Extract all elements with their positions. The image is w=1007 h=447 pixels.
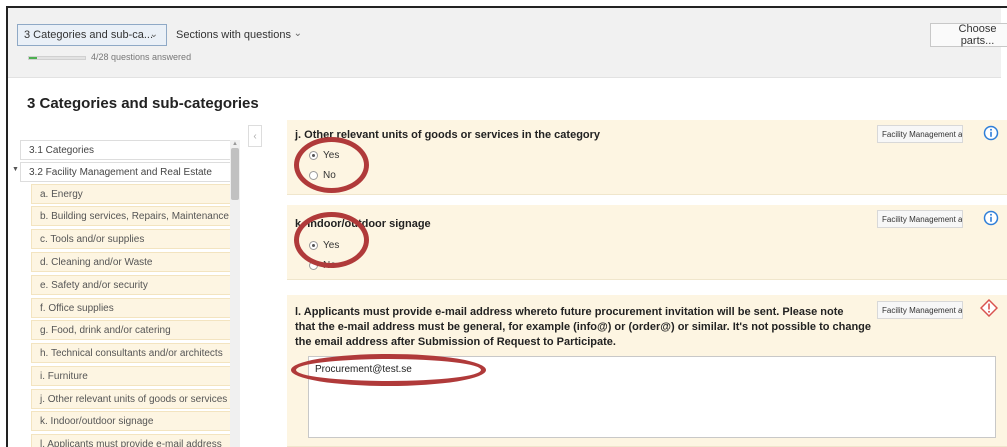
section-badge: Facility Management a... <box>877 210 963 228</box>
radio-no[interactable]: No <box>309 170 336 181</box>
category-select-label: 3 Categories and sub-ca... <box>24 29 154 41</box>
chevron-down-icon: ⌄ <box>149 29 158 40</box>
radio-yes[interactable]: Yes <box>309 240 339 251</box>
tree-subitem[interactable]: k. Indoor/outdoor signage <box>31 411 233 431</box>
chevron-left-icon: ‹ <box>253 130 257 142</box>
view-select-label: Sections with questions <box>176 29 291 41</box>
tree-subitem[interactable]: g. Food, drink and/or catering <box>31 320 233 340</box>
question-title: k. Indoor/outdoor signage <box>295 218 431 230</box>
email-answer-field[interactable]: Procurement@test.se <box>308 356 996 438</box>
tree-subitem[interactable]: c. Tools and/or supplies <box>31 229 233 249</box>
tree-subitem[interactable]: h. Technical consultants and/or architec… <box>31 343 233 363</box>
radio-button[interactable] <box>309 261 318 270</box>
collapse-panel-button[interactable]: ‹ <box>248 125 262 147</box>
radio-no[interactable]: No <box>309 260 336 271</box>
tree-subitem[interactable]: l. Applicants must provide e-mail addres… <box>31 434 233 447</box>
tree-subitem[interactable]: e. Safety and/or security <box>31 275 233 295</box>
question-title-line: that the e-mail address must be general,… <box>295 321 872 333</box>
tree-subitem[interactable]: d. Cleaning and/or Waste <box>31 252 233 272</box>
scroll-up-icon[interactable]: ▲ <box>232 141 238 147</box>
progress-text: 4/28 questions answered <box>91 52 192 62</box>
category-select[interactable]: 3 Categories and sub-ca... ⌄ <box>17 24 167 46</box>
radio-button[interactable] <box>309 171 318 180</box>
view-select[interactable]: Sections with questions ⌄ <box>170 24 310 46</box>
radio-label: No <box>323 260 336 271</box>
choose-parts-button[interactable]: Choose parts... <box>930 23 1007 47</box>
tree-subitem[interactable]: b. Building services, Repairs, Maintenan… <box>31 206 233 226</box>
tree-subitem[interactable]: f. Office supplies <box>31 298 233 318</box>
radio-yes[interactable]: Yes <box>309 150 339 161</box>
info-circle-icon[interactable] <box>983 125 999 141</box>
tree-subitem[interactable]: i. Furniture <box>31 366 233 386</box>
section-badge: Facility Management a... <box>877 301 963 319</box>
tree-subitem[interactable]: a. Energy <box>31 184 233 204</box>
question-title-line: the email address after Submission of Re… <box>295 336 616 348</box>
radio-button[interactable] <box>309 151 318 160</box>
tree-item-facility-management[interactable]: 3.2 Facility Management and Real Estate <box>20 162 232 182</box>
radio-label: Yes <box>323 240 340 251</box>
expand-toggle-icon[interactable]: ▼ <box>12 166 19 173</box>
category-tree: 3.1 Categories ▼ 3.2 Facility Management… <box>0 128 240 447</box>
warning-diamond-icon[interactable] <box>980 299 998 317</box>
question-title: j. Other relevant units of goods or serv… <box>295 129 601 141</box>
scroll-thumb[interactable] <box>231 148 239 200</box>
tree-item-categories[interactable]: 3.1 Categories <box>20 140 232 160</box>
radio-label: No <box>323 170 336 181</box>
radio-label: Yes <box>323 150 340 161</box>
page-title: 3 Categories and sub-categories <box>27 95 259 112</box>
question-title-line: l. Applicants must provide e-mail addres… <box>295 306 844 318</box>
info-circle-icon[interactable] <box>983 210 999 226</box>
progress-bar <box>28 56 86 60</box>
question-card-j: j. Other relevant units of goods or serv… <box>287 120 1007 195</box>
radio-button[interactable] <box>309 241 318 250</box>
progress-fill <box>29 57 37 59</box>
section-badge: Facility Management a... <box>877 125 963 143</box>
tree-subitem[interactable]: j. Other relevant units of goods or serv… <box>31 389 233 409</box>
question-card-k: k. Indoor/outdoor signage Facility Manag… <box>287 205 1007 280</box>
chevron-down-icon: ⌄ <box>293 28 302 39</box>
